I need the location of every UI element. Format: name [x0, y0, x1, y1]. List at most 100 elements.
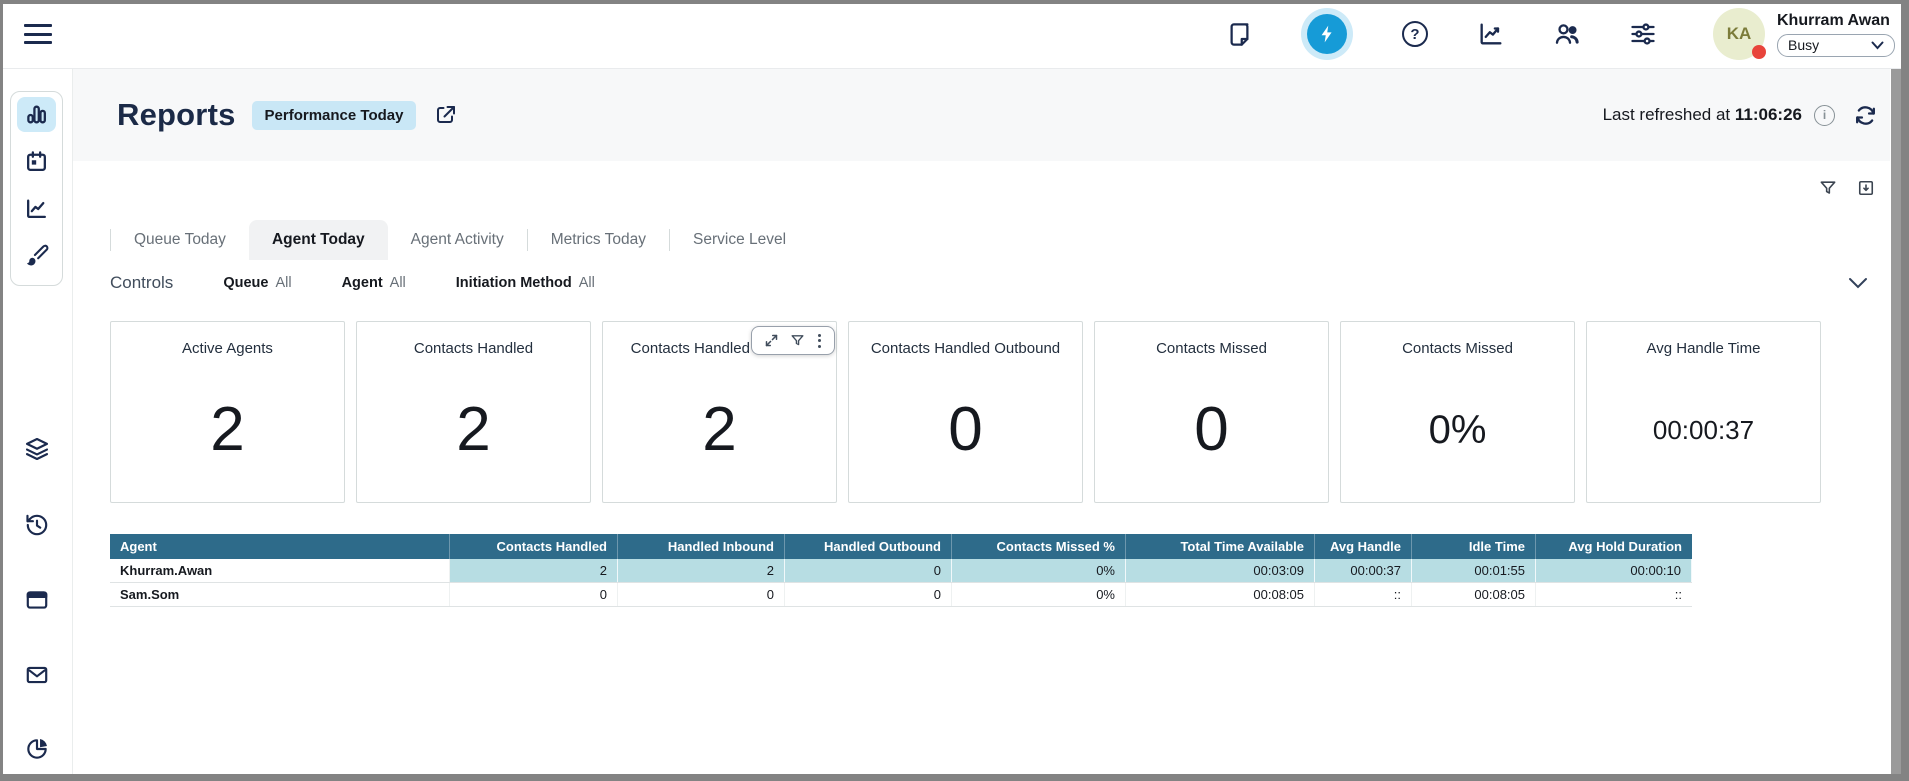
col-header[interactable]: Contacts Missed %	[952, 534, 1126, 559]
mail-icon	[24, 662, 50, 688]
kpi-value: 0%	[1429, 410, 1487, 450]
refresh-cluster: Last refreshed at 11:06:26 i	[1603, 103, 1878, 128]
sidebar-item-analytics[interactable]	[17, 191, 56, 226]
table-cell: 0%	[952, 559, 1126, 582]
tab-queue-today[interactable]: Queue Today	[111, 220, 249, 260]
calendar-icon	[24, 149, 49, 174]
table-cell: 00:08:05	[1126, 583, 1315, 606]
kpi-card-contacts-missed: Contacts Missed 0	[1094, 321, 1329, 503]
top-bar: ? KA	[0, 0, 1909, 69]
table-cell: 00:00:10	[1536, 559, 1692, 582]
col-header[interactable]: Handled Inbound	[618, 534, 785, 559]
last-refreshed-text: Last refreshed at 11:06:26	[1603, 105, 1802, 125]
tab-agent-activity[interactable]: Agent Activity	[388, 220, 527, 260]
sidebar-item-mail[interactable]	[17, 657, 56, 692]
agent-table: Agent Contacts Handled Handled Inbound H…	[110, 534, 1692, 607]
sidebar-item-history[interactable]	[17, 507, 56, 542]
agent-name-cell: Khurram.Awan	[110, 559, 450, 582]
table-cell: 00:01:55	[1412, 559, 1536, 582]
pie-chart-icon	[24, 736, 50, 762]
kpi-value: 00:00:37	[1653, 417, 1754, 443]
table-cell: 0	[785, 559, 952, 582]
vertical-scrollbar[interactable]	[1891, 69, 1901, 774]
line-chart-icon	[24, 196, 49, 221]
table-cell: 0	[450, 583, 618, 606]
user-name: Khurram Awan	[1777, 12, 1895, 30]
table-cell: 0	[618, 583, 785, 606]
help-icon[interactable]: ?	[1401, 20, 1429, 48]
table-cell: 00:08:05	[1412, 583, 1536, 606]
kpi-title: Contacts Missed	[1156, 340, 1267, 357]
history-icon	[24, 512, 50, 538]
page-header: Reports Performance Today Last refreshed…	[73, 69, 1890, 161]
col-header[interactable]: Idle Time	[1412, 534, 1536, 559]
table-cell: 2	[450, 559, 618, 582]
controls-bar: Controls QueueAll AgentAll Initiation Me…	[110, 260, 1890, 306]
sidebar-item-designer[interactable]	[17, 238, 56, 273]
filter-agent[interactable]: AgentAll	[342, 275, 406, 291]
col-header[interactable]: Agent	[110, 534, 450, 559]
refresh-icon[interactable]	[1853, 103, 1878, 128]
kpi-value: 2	[702, 399, 736, 461]
kpi-value: 0	[948, 399, 982, 461]
col-header[interactable]: Contacts Handled	[450, 534, 618, 559]
chevron-down-icon	[1871, 41, 1884, 50]
kpi-title: Active Agents	[182, 340, 273, 357]
tab-agent-today[interactable]: Agent Today	[249, 220, 388, 260]
card-filter-icon[interactable]	[790, 333, 805, 348]
col-header[interactable]: Handled Outbound	[785, 534, 952, 559]
kpi-card-contacts-missed-pct: Contacts Missed 0%	[1340, 321, 1575, 503]
table-cell: ::	[1315, 583, 1412, 606]
sidebar-item-browser[interactable]	[17, 582, 56, 617]
avatar[interactable]: KA	[1713, 8, 1765, 60]
table-cell: 2	[618, 559, 785, 582]
kpi-card-active-agents: Active Agents 2	[110, 321, 345, 503]
sidebar-item-schedule[interactable]	[17, 144, 56, 179]
main-content: Reports Performance Today Last refreshed…	[73, 69, 1890, 774]
table-cell: 0	[785, 583, 952, 606]
kebab-menu-icon[interactable]	[816, 334, 823, 348]
users-icon[interactable]	[1553, 20, 1581, 48]
col-header[interactable]: Avg Hold Duration	[1536, 534, 1692, 559]
table-cell: 00:03:09	[1126, 559, 1315, 582]
status-value: Busy	[1788, 37, 1819, 53]
table-header-row: Agent Contacts Handled Handled Inbound H…	[110, 534, 1692, 559]
quick-actions-button[interactable]	[1301, 8, 1353, 60]
sidebar-item-layers[interactable]	[17, 431, 56, 466]
filter-queue[interactable]: QueueAll	[223, 275, 291, 291]
tab-metrics-today[interactable]: Metrics Today	[528, 220, 669, 260]
download-icon[interactable]	[1856, 178, 1876, 198]
collapse-chevron-icon[interactable]	[1848, 277, 1868, 289]
external-link-icon[interactable]	[434, 103, 458, 127]
layers-icon	[24, 436, 50, 462]
col-header[interactable]: Total Time Available	[1126, 534, 1315, 559]
user-cluster: KA Khurram Awan Busy	[1713, 8, 1895, 60]
hamburger-menu-icon[interactable]	[24, 24, 52, 44]
kpi-value: 0	[1194, 399, 1228, 461]
report-badge: Performance Today	[252, 101, 417, 130]
agent-name-cell: Sam.Som	[110, 583, 450, 606]
info-icon[interactable]: i	[1814, 105, 1835, 126]
settings-sliders-icon[interactable]	[1629, 20, 1657, 48]
last-refreshed-time: 11:06:26	[1735, 105, 1802, 124]
filter-icon[interactable]	[1818, 178, 1838, 198]
card-hover-toolbar	[751, 326, 835, 355]
metrics-icon[interactable]	[1477, 20, 1505, 48]
table-cell: ::	[1536, 583, 1692, 606]
note-icon[interactable]	[1225, 20, 1253, 48]
col-header[interactable]: Avg Handle	[1315, 534, 1412, 559]
kpi-title: Contacts Missed	[1402, 340, 1513, 357]
application-window: ? KA	[0, 0, 1909, 781]
sidebar-item-dashboard[interactable]	[17, 97, 56, 132]
kpi-value: 2	[210, 399, 244, 461]
expand-icon[interactable]	[764, 333, 779, 348]
kpi-card-contacts-handled: Contacts Handled 2	[356, 321, 591, 503]
busy-status-dot	[1752, 45, 1766, 59]
sidebar-report-group	[10, 91, 63, 286]
sidebar-item-pie-reports[interactable]	[17, 731, 56, 766]
tab-service-level[interactable]: Service Level	[670, 220, 809, 260]
status-dropdown[interactable]: Busy	[1777, 34, 1895, 57]
filter-initiation-method[interactable]: Initiation MethodAll	[456, 275, 595, 291]
panel-toolbar	[110, 177, 1890, 199]
paintbrush-icon	[24, 243, 49, 268]
